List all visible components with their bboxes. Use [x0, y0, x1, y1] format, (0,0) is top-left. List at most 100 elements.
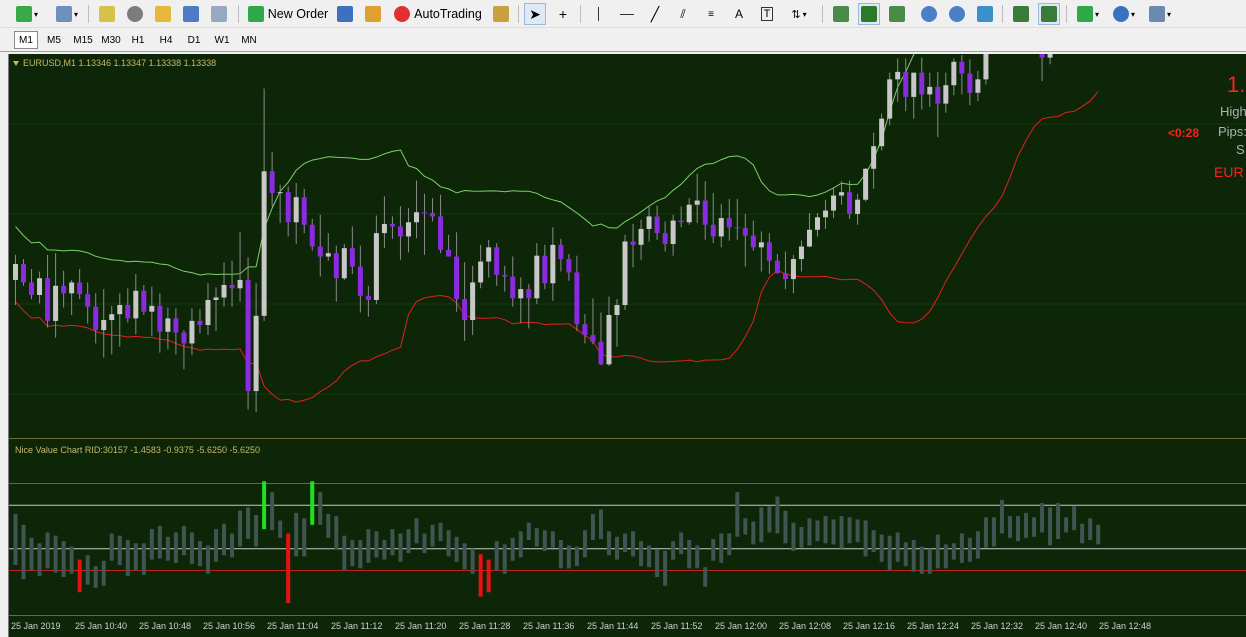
tile-windows-icon [977, 6, 993, 22]
value-bar [663, 550, 668, 586]
crosshair-tool-button[interactable]: + [552, 3, 574, 25]
terminal-button[interactable] [180, 3, 202, 25]
value-bar [77, 559, 82, 593]
timeframe-w1[interactable]: W1 [210, 31, 234, 49]
candle-body [526, 289, 532, 299]
metaeditor-button[interactable] [334, 3, 356, 25]
candle-body [213, 297, 219, 300]
candle-body [389, 223, 395, 227]
time-axis-label: 25 Jan 12:08 [779, 621, 832, 631]
line-chart-button[interactable] [886, 3, 908, 25]
value-bar [1040, 503, 1045, 533]
candle-body [149, 305, 155, 312]
value-bar [37, 543, 42, 576]
value-bar [189, 532, 194, 564]
value-bar [647, 545, 652, 568]
value-bar [542, 530, 547, 551]
value-bar [117, 535, 122, 566]
chart-shift-button[interactable] [1038, 3, 1060, 25]
timeframe-m1[interactable]: M1 [14, 31, 38, 49]
candle-body [61, 285, 67, 294]
horizontal-line-button[interactable] [616, 3, 638, 25]
value-bar [991, 517, 996, 547]
fibonacci-button[interactable]: ≡ [700, 3, 722, 25]
candle-body [293, 197, 299, 223]
candle-body [301, 197, 307, 225]
time-axis-label: 25 Jan 11:12 [331, 621, 383, 631]
auto-scroll-button[interactable] [1010, 3, 1032, 25]
candle-body [758, 242, 764, 248]
candle-body [951, 61, 957, 86]
vertical-line-button[interactable] [588, 3, 608, 25]
timeframe-h4[interactable]: H4 [154, 31, 178, 49]
value-bar [222, 523, 227, 556]
text-label-icon: T [760, 7, 774, 21]
profiles-button[interactable]: ▾ [50, 3, 84, 25]
navigator-button[interactable] [152, 3, 174, 25]
value-bar [791, 522, 796, 551]
timeframe-m15[interactable]: M15 [70, 31, 96, 49]
chart-canvas[interactable] [9, 54, 1246, 637]
text-button[interactable]: A [728, 3, 750, 25]
templates-button[interactable]: ▾ [1144, 3, 1176, 25]
candle-body [85, 294, 91, 307]
channel-button[interactable]: ⫽ [672, 3, 694, 25]
value-bar [510, 537, 515, 561]
candle-body [943, 85, 949, 104]
value-bar [478, 554, 483, 597]
zoom-in-button[interactable] [918, 3, 940, 25]
value-bar [887, 535, 892, 571]
zoom-out-button[interactable] [946, 3, 968, 25]
data-window-button[interactable] [124, 3, 146, 25]
value-bar [767, 506, 772, 533]
time-axis-label: 25 Jan 11:44 [587, 621, 639, 631]
candle-body [630, 241, 636, 245]
trendline-button[interactable]: ╱ [644, 3, 666, 25]
candle-body [855, 199, 861, 214]
market-watch-button[interactable] [96, 3, 118, 25]
text-label-button[interactable]: T [756, 3, 778, 25]
value-bar [743, 518, 748, 535]
candlestick-button[interactable] [858, 3, 880, 25]
candle-body [221, 284, 227, 298]
indicators-button[interactable]: ▾ [1072, 3, 1104, 25]
value-bar [486, 559, 491, 593]
candle-body [446, 249, 452, 257]
new-chart-button[interactable]: ▾ [10, 3, 44, 25]
tile-windows-button[interactable] [974, 3, 996, 25]
cursor-tool-button[interactable]: ➤ [524, 3, 546, 25]
timeframe-h1[interactable]: H1 [126, 31, 150, 49]
candle-body [414, 212, 419, 223]
candle-body [646, 216, 652, 229]
candle-body [317, 246, 323, 257]
new-order-button[interactable]: New Order [246, 3, 330, 25]
toolbar-separator [238, 5, 239, 23]
zoom-in-icon [921, 6, 937, 22]
timeframe-m30[interactable]: M30 [98, 31, 124, 49]
arrows-button[interactable]: ⇅ ▾ [784, 3, 814, 25]
value-bar [799, 527, 804, 548]
candle-body [582, 324, 588, 336]
chart-window[interactable]: EURUSD,M1 1.13346 1.13347 1.13338 1.1333… [8, 54, 1246, 637]
value-bar [839, 516, 844, 549]
autotrading-button[interactable]: AutoTrading [390, 3, 486, 25]
time-axis-label: 25 Jan 11:36 [523, 621, 575, 631]
collapse-triangle-icon [13, 61, 19, 67]
auto-scroll-icon [1013, 6, 1029, 22]
timeframe-mn[interactable]: MN [237, 31, 261, 49]
experts-button[interactable] [362, 3, 384, 25]
strategy-tester-button[interactable] [208, 3, 230, 25]
timeframe-d1[interactable]: D1 [182, 31, 206, 49]
value-bar [623, 533, 628, 553]
value-bar [422, 533, 427, 554]
bar-chart-button[interactable] [830, 3, 852, 25]
history-center-button[interactable] [490, 3, 512, 25]
clock-icon [1112, 6, 1129, 22]
timeframe-m5[interactable]: M5 [42, 31, 66, 49]
candle-body [919, 72, 925, 95]
periods-button[interactable]: ▾ [1108, 3, 1140, 25]
time-axis-label: 25 Jan 10:40 [75, 621, 128, 631]
candle-body [181, 332, 187, 344]
value-bar [398, 533, 403, 562]
candle-body [430, 213, 436, 217]
